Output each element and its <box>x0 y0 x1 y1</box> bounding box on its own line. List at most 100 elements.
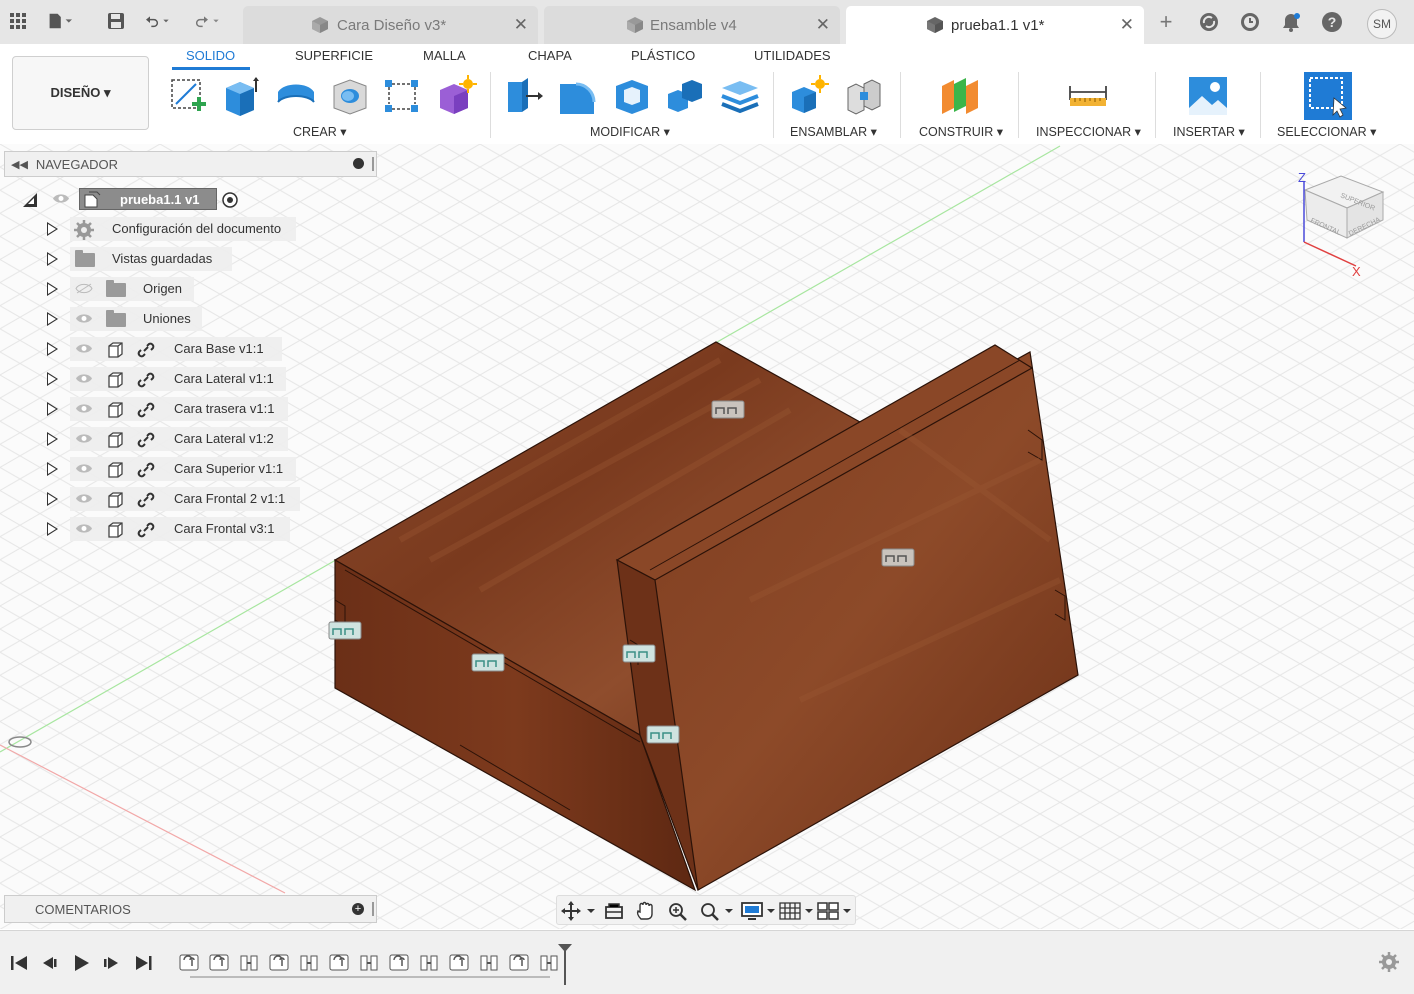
panel-grip-icon[interactable] <box>372 902 374 916</box>
joint-badge[interactable] <box>881 548 915 567</box>
tab-plastico[interactable]: PLÁSTICO <box>631 48 695 63</box>
add-comment-icon[interactable]: + <box>352 903 364 915</box>
fit-zoom-icon[interactable] <box>699 901 735 921</box>
browser-component-row[interactable]: Cara Base v1:1 <box>0 334 380 364</box>
step-forward-icon[interactable] <box>101 954 123 972</box>
extrude-icon[interactable] <box>220 74 264 118</box>
timeline-feature-rigid-icon[interactable] <box>418 951 440 973</box>
activate-radio-icon[interactable] <box>222 192 238 208</box>
panel-grip-icon[interactable] <box>372 157 374 171</box>
group-insertar[interactable]: INSERTAR ▾ <box>1173 124 1245 139</box>
timeline-feature-rigid-icon[interactable] <box>238 951 260 973</box>
notifications-bell-icon[interactable] <box>1278 9 1304 35</box>
job-status-icon[interactable] <box>1196 9 1222 35</box>
browser-component-row[interactable]: Cara trasera v1:1 <box>0 394 380 424</box>
group-crear[interactable]: CREAR ▾ <box>293 124 347 139</box>
go-to-end-icon[interactable] <box>133 954 155 972</box>
help-icon[interactable]: ? <box>1319 9 1345 35</box>
new-component-icon[interactable] <box>788 74 832 118</box>
joint-badge[interactable] <box>646 725 680 744</box>
joint-badge[interactable] <box>622 644 656 663</box>
timeline-feature-rigid-icon[interactable] <box>298 951 320 973</box>
close-icon[interactable]: ✕ <box>1120 15 1134 35</box>
expand-triangle-icon[interactable] <box>47 522 58 536</box>
browser-root-row[interactable]: prueba1.1 v1 <box>0 184 380 214</box>
viewports-icon[interactable] <box>817 901 853 921</box>
browser-item-saved-views[interactable]: Vistas guardadas <box>0 244 380 274</box>
save-icon[interactable] <box>104 9 128 33</box>
play-icon[interactable] <box>70 954 92 972</box>
undo-icon[interactable] <box>146 9 170 33</box>
joint-badge[interactable] <box>711 400 745 419</box>
visibility-eye-icon[interactable] <box>52 193 70 204</box>
tab-chapa[interactable]: CHAPA <box>528 48 572 63</box>
browser-item-joints[interactable]: Uniones <box>0 304 380 334</box>
expand-triangle-icon[interactable] <box>47 312 58 326</box>
look-at-icon[interactable] <box>603 901 625 921</box>
group-ensamblar[interactable]: ENSAMBLAR ▾ <box>790 124 877 139</box>
grid-settings-icon[interactable] <box>779 901 815 921</box>
visibility-hidden-icon[interactable] <box>75 283 93 294</box>
collapse-triangle-icon[interactable] <box>22 192 38 208</box>
expand-triangle-icon[interactable] <box>47 492 58 506</box>
tab-solido[interactable]: SOLIDO <box>186 48 235 63</box>
measure-icon[interactable] <box>1066 74 1110 118</box>
group-modificar[interactable]: MODIFICAR ▾ <box>590 124 670 139</box>
timeline-feature-joint-icon[interactable] <box>328 951 350 973</box>
expand-triangle-icon[interactable] <box>47 462 58 476</box>
tab-prueba[interactable]: prueba1.1 v1* ✕ <box>846 6 1144 44</box>
tab-superficie[interactable]: SUPERFICIE <box>295 48 373 63</box>
revolve-icon[interactable] <box>274 74 318 118</box>
expand-triangle-icon[interactable] <box>47 342 58 356</box>
group-inspeccionar[interactable]: INSPECCIONAR ▾ <box>1036 124 1141 139</box>
group-seleccionar[interactable]: SELECCIONAR ▾ <box>1277 124 1376 139</box>
timeline-feature-joint-icon[interactable] <box>508 951 530 973</box>
timeline-feature-rigid-icon[interactable] <box>358 951 380 973</box>
zoom-icon[interactable] <box>667 901 689 921</box>
pattern-icon[interactable] <box>380 74 424 118</box>
create-form-icon[interactable] <box>434 74 478 118</box>
display-settings-icon[interactable] <box>741 901 777 921</box>
root-component-box[interactable]: prueba1.1 v1 <box>79 188 217 210</box>
insert-image-icon[interactable] <box>1186 74 1230 118</box>
collapse-left-icon[interactable]: ◀◀ <box>11 158 28 171</box>
visibility-eye-icon[interactable] <box>75 313 93 324</box>
tab-malla[interactable]: MALLA <box>423 48 466 63</box>
timeline-feature-joint-icon[interactable] <box>268 951 290 973</box>
tab-cara-diseno[interactable]: Cara Diseño v3* ✕ <box>243 6 538 44</box>
timeline-feature-rigid-icon[interactable] <box>478 951 500 973</box>
group-construir[interactable]: CONSTRUIR ▾ <box>919 124 1003 139</box>
visibility-eye-icon[interactable] <box>75 523 93 534</box>
expand-triangle-icon[interactable] <box>47 282 58 296</box>
visibility-eye-icon[interactable] <box>75 343 93 354</box>
shell-icon[interactable] <box>610 74 654 118</box>
browser-component-row[interactable]: Cara Superior v1:1 <box>0 454 380 484</box>
visibility-eye-icon[interactable] <box>75 373 93 384</box>
offset-plane-icon[interactable] <box>938 74 982 118</box>
pan-hand-icon[interactable] <box>635 901 657 921</box>
navigator-header[interactable]: ◀◀ NAVEGADOR <box>4 151 377 177</box>
joint-icon[interactable] <box>842 74 886 118</box>
visibility-eye-icon[interactable] <box>75 403 93 414</box>
browser-component-row[interactable]: Cara Frontal v3:1 <box>0 514 380 544</box>
user-avatar[interactable]: SM <box>1367 9 1397 39</box>
browser-component-row[interactable]: Cara Frontal 2 v1:1 <box>0 484 380 514</box>
tab-utilidades[interactable]: UTILIDADES <box>754 48 831 63</box>
timeline-feature-joint-icon[interactable] <box>388 951 410 973</box>
orbit-icon[interactable] <box>561 901 595 921</box>
go-to-start-icon[interactable] <box>8 954 30 972</box>
browser-item-origin[interactable]: Origen <box>0 274 380 304</box>
step-back-icon[interactable] <box>38 954 60 972</box>
visibility-eye-icon[interactable] <box>75 463 93 474</box>
create-sketch-icon[interactable] <box>166 74 210 118</box>
press-pull-icon[interactable] <box>502 74 546 118</box>
expand-triangle-icon[interactable] <box>47 432 58 446</box>
offset-face-icon[interactable] <box>718 74 762 118</box>
hole-icon[interactable] <box>328 74 372 118</box>
timeline-feature-joint-icon[interactable] <box>178 951 200 973</box>
timeline-feature-joint-icon[interactable] <box>448 951 470 973</box>
timeline-marker-handle[interactable] <box>557 943 573 985</box>
timeline-feature-joint-icon[interactable] <box>208 951 230 973</box>
workspace-selector[interactable]: DISEÑO ▾ <box>12 56 149 130</box>
visibility-eye-icon[interactable] <box>75 493 93 504</box>
